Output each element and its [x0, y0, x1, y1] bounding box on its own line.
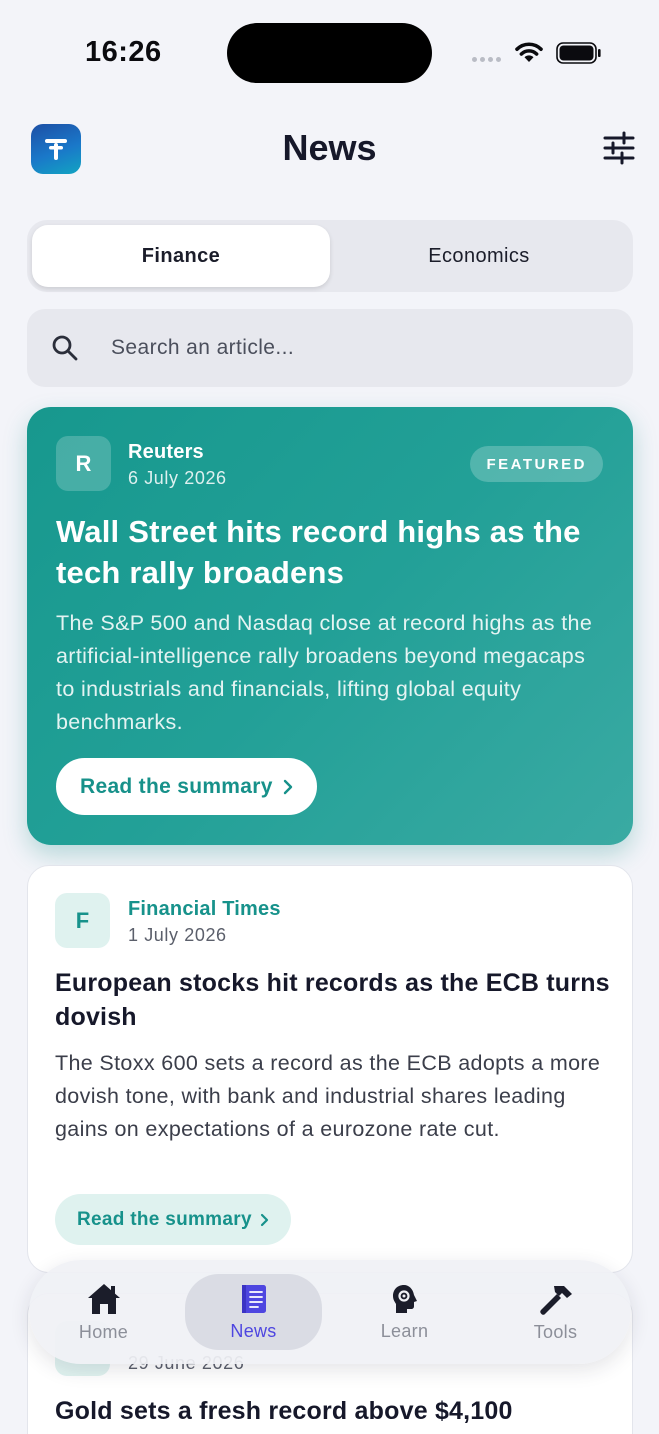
- nav-label: Home: [78, 1321, 129, 1342]
- status-bar: 16:26: [0, 0, 659, 100]
- page-title: News: [282, 127, 377, 168]
- nav-item-tools[interactable]: Tools: [487, 1274, 624, 1350]
- tab-economics[interactable]: Economics: [330, 225, 628, 287]
- article-title: Gold sets a fresh record above $4,100: [55, 1397, 513, 1425]
- read-summary-label: Read the summary: [77, 1208, 252, 1230]
- category-tabs: Finance Economics: [27, 220, 633, 292]
- learn-icon: [392, 1284, 417, 1313]
- nav-item-learn[interactable]: Learn: [336, 1274, 473, 1350]
- article-date: 6 July 2026: [128, 468, 227, 488]
- search-input[interactable]: [111, 331, 611, 365]
- tab-finance[interactable]: Finance: [32, 225, 330, 287]
- battery-icon: [556, 42, 601, 64]
- read-summary-label: Read the summary: [80, 774, 273, 798]
- nav-label: Tools: [533, 1321, 578, 1342]
- source-name: Reuters: [128, 441, 204, 463]
- home-icon: [87, 1283, 120, 1314]
- nav-label: Learn: [380, 1320, 429, 1341]
- news-icon: [241, 1284, 266, 1313]
- article-summary: The S&P 500 and Nasdaq close at record h…: [56, 611, 593, 734]
- search-bar: [27, 309, 633, 387]
- bottom-nav: Home News Learn Tools: [29, 1260, 631, 1364]
- article-card[interactable]: F Financial Times 1 July 2026 European s…: [27, 865, 633, 1273]
- article-summary: The Stoxx 600 sets a record as the ECB a…: [55, 1051, 601, 1141]
- hammer-icon: [539, 1285, 572, 1315]
- nav-label: News: [230, 1320, 277, 1341]
- wifi-icon: [515, 42, 543, 62]
- status-time: 16:26: [85, 36, 162, 68]
- search-icon: [52, 335, 78, 361]
- article-date: 1 July 2026: [128, 925, 227, 945]
- read-summary-button[interactable]: Read the summary: [55, 1194, 291, 1245]
- source-avatar: R: [56, 436, 111, 491]
- featured-badge: FEATURED: [470, 446, 603, 482]
- article-title: Wall Street hits record highs as the tec…: [56, 514, 581, 590]
- dynamic-island: [227, 23, 432, 83]
- chevron-right-icon: [260, 1213, 268, 1226]
- article-title: European stocks hit records as the ECB t…: [55, 969, 610, 1031]
- filter-sliders-icon[interactable]: [602, 131, 636, 165]
- nav-item-news[interactable]: News: [185, 1274, 322, 1350]
- source-avatar: F: [55, 893, 110, 948]
- cellular-signal-icon: [472, 57, 501, 62]
- nav-item-home[interactable]: Home: [35, 1274, 172, 1350]
- read-summary-button[interactable]: Read the summary: [56, 758, 317, 815]
- chevron-right-icon: [283, 779, 292, 794]
- featured-article-card[interactable]: R Reuters 6 July 2026 FEATURED Wall Stre…: [27, 407, 633, 845]
- source-name: Financial Times: [128, 898, 281, 920]
